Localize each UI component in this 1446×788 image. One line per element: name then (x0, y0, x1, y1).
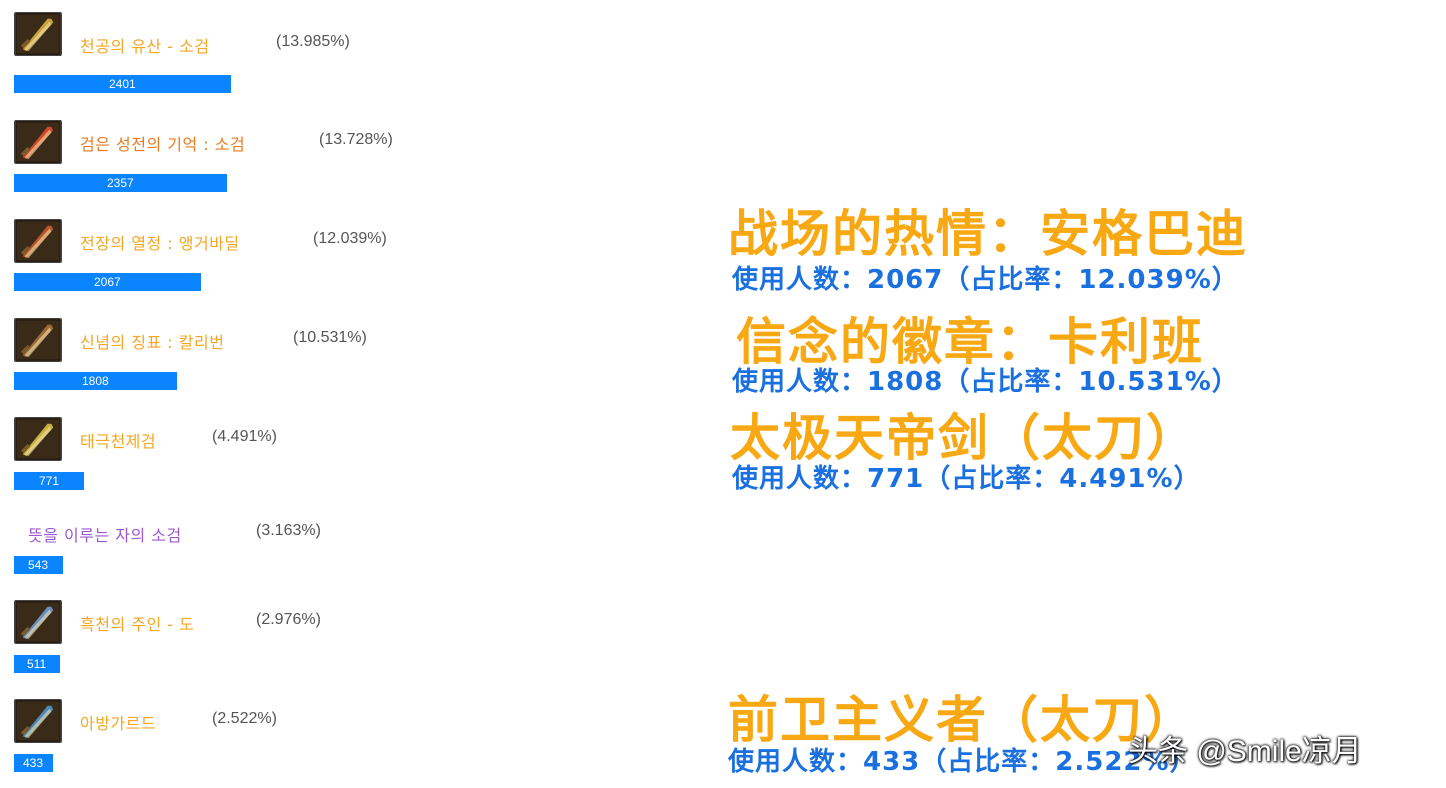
weapon-name: 천공의 유산 - 소검 (80, 37, 210, 56)
weapon-icon (14, 600, 62, 644)
usage-bar-fill: 2401 (14, 75, 231, 93)
overlay-title: 战场的热情：安格巴迪 (728, 205, 1248, 263)
usage-bar-fill: 1808 (14, 372, 177, 390)
usage-percent: (13.728%) (319, 131, 393, 148)
usage-percent: (3.163%) (256, 522, 321, 539)
usage-count: 771 (39, 474, 60, 488)
usage-percent: (2.522%) (212, 710, 277, 727)
overlay-subtitle: 使用人数：771（占比率：4.491%） (732, 464, 1201, 494)
usage-count: 2357 (107, 176, 134, 190)
usage-count: 543 (28, 558, 49, 572)
weapon-name: 태극천제검 (80, 432, 157, 451)
usage-bar-fill: 433 (14, 754, 53, 772)
weapon-icon (14, 318, 62, 362)
usage-bar-fill: 511 (14, 655, 60, 673)
usage-count: 433 (23, 756, 44, 770)
usage-percent: (13.985%) (276, 33, 350, 50)
weapon-name: 흑천의 주인 - 도 (80, 615, 195, 634)
usage-percent: (4.491%) (212, 428, 277, 445)
overlay-subtitle: 使用人数：1808（占比率：10.531%） (732, 367, 1239, 397)
weapon-icon (14, 120, 62, 164)
usage-count: 511 (27, 657, 47, 671)
weapon-name: 아방가르드 (80, 714, 157, 733)
weapon-name: 신념의 징표 : 칼리번 (80, 333, 225, 352)
usage-percent: (2.976%) (256, 611, 321, 628)
weapon-name: 검은 성전의 기억 : 소검 (80, 135, 246, 154)
watermark: 头条 @Smile凉月 (1128, 735, 1362, 768)
usage-count: 2401 (109, 77, 136, 91)
weapon-icon (14, 12, 62, 56)
usage-bar-fill: 543 (14, 556, 63, 574)
weapon-name: 뜻을 이루는 자의 소검 (28, 526, 182, 545)
weapon-icon (14, 699, 62, 743)
usage-count: 2067 (94, 275, 121, 289)
usage-count: 1808 (82, 374, 109, 388)
overlay-subtitle: 使用人数：2067（占比率：12.039%） (732, 265, 1239, 295)
usage-bar-fill: 2067 (14, 273, 201, 291)
usage-percent: (10.531%) (293, 329, 367, 346)
usage-percent: (12.039%) (313, 230, 387, 247)
overlay-subtitle: 使用人数：433（占比率：2.522%） (728, 747, 1197, 777)
weapon-name: 전장의 열정 : 앵거바딜 (80, 234, 240, 253)
weapon-icon (14, 417, 62, 461)
usage-bar-fill: 2357 (14, 174, 227, 192)
usage-bar-fill: 771 (14, 472, 84, 490)
weapon-icon (14, 219, 62, 263)
